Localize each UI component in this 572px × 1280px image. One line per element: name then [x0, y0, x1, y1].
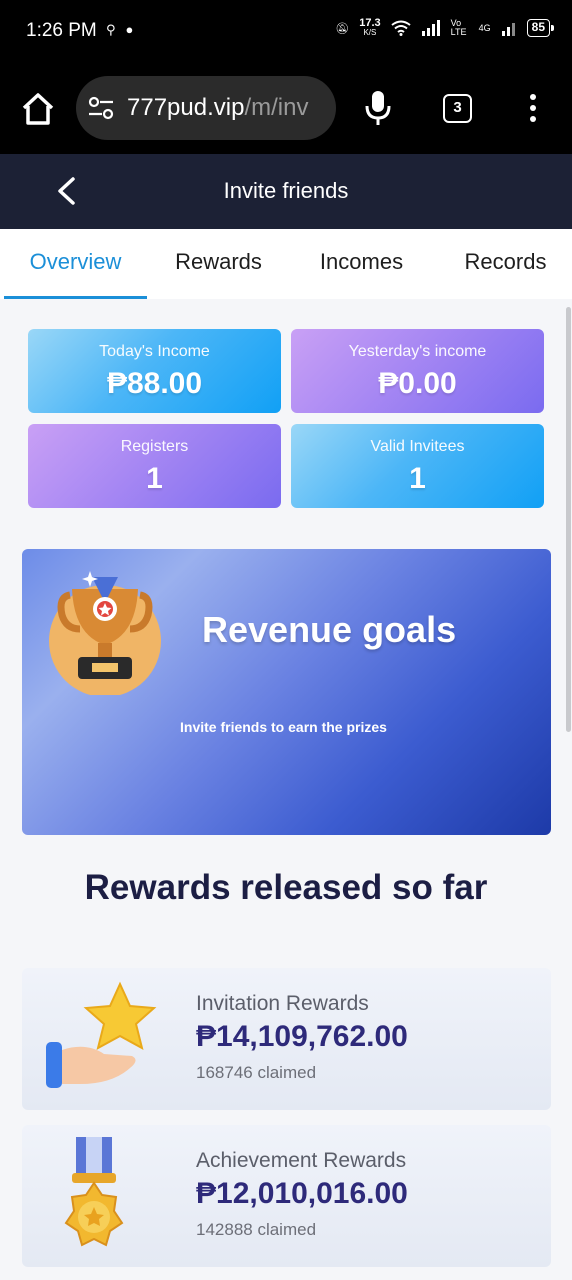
medal-icon	[64, 1137, 124, 1247]
reward-claimed: 168746 claimed	[196, 1063, 317, 1082]
tab-incomes[interactable]: Incomes	[290, 249, 433, 275]
browser-toolbar: 777pud.vip/m/inv 3	[0, 64, 572, 154]
star-hand-icon	[46, 981, 157, 1088]
registers-card: Registers 1	[28, 424, 281, 508]
page-header: Invite friends	[0, 154, 572, 229]
scrollbar[interactable]	[566, 307, 571, 732]
usb-icon: ⚲	[106, 22, 116, 37]
trophy-icon	[49, 571, 161, 695]
mute-icon: 🔕︎	[335, 22, 350, 35]
reward-amount: ₱14,109,762.00	[196, 1020, 408, 1053]
volte-label: Vo LTE	[450, 18, 467, 37]
achievement-rewards-card: Achievement Rewards ₱12,010,016.00 14288…	[22, 1125, 551, 1267]
valid-invitees-card: Valid Invitees 1	[291, 424, 544, 508]
home-icon[interactable]	[20, 91, 56, 127]
section-title: Rewards released so far	[84, 868, 488, 907]
url-text[interactable]: 777pud.vip/m/inv	[127, 94, 308, 122]
chat-icon: ●	[125, 22, 134, 37]
revenue-goals-banner[interactable]: Revenue goals Invite friends to earn the…	[22, 549, 551, 835]
signal-icon	[421, 20, 440, 36]
wifi-icon	[391, 20, 411, 36]
tune-icon[interactable]	[88, 96, 114, 120]
tab-overview[interactable]: Overview	[4, 249, 147, 275]
signal-icon-2	[501, 23, 515, 36]
reward-name: Achievement Rewards	[196, 1149, 407, 1172]
page-title: Invite friends	[223, 178, 349, 203]
banner-subtitle: Invite friends to earn the prizes	[180, 719, 387, 735]
reward-claimed: 142888 claimed	[196, 1220, 317, 1239]
network-speed: 17.3 K/S	[359, 17, 381, 38]
today-income-card: Today's Income ₱88.00	[28, 329, 281, 413]
yesterday-income-card: Yesterday's income ₱0.00	[291, 329, 544, 413]
tabs-icon[interactable]: 3	[443, 94, 472, 123]
reward-name: Invitation Rewards	[196, 992, 369, 1015]
status-time: 1:26 PM	[26, 20, 97, 41]
invitation-rewards-card: Invitation Rewards ₱14,109,762.00 168746…	[22, 968, 551, 1110]
tab-records[interactable]: Records	[434, 249, 572, 275]
mic-icon[interactable]	[364, 90, 392, 126]
banner-title: Revenue goals	[202, 609, 457, 650]
tab-bar: Overview Rewards Incomes Records	[0, 229, 572, 299]
battery-indicator: 85	[526, 19, 555, 37]
status-bar: 1:26 PM ⚲ ● 🔕︎ 17.3 K/S Vo LTE 4G 85	[0, 0, 572, 64]
more-icon[interactable]	[528, 94, 538, 124]
network-4g-label: 4G	[478, 23, 491, 33]
reward-amount: ₱12,010,016.00	[196, 1177, 408, 1210]
tab-rewards[interactable]: Rewards	[147, 249, 290, 275]
address-bar[interactable]: 777pud.vip/m/inv	[76, 76, 336, 140]
